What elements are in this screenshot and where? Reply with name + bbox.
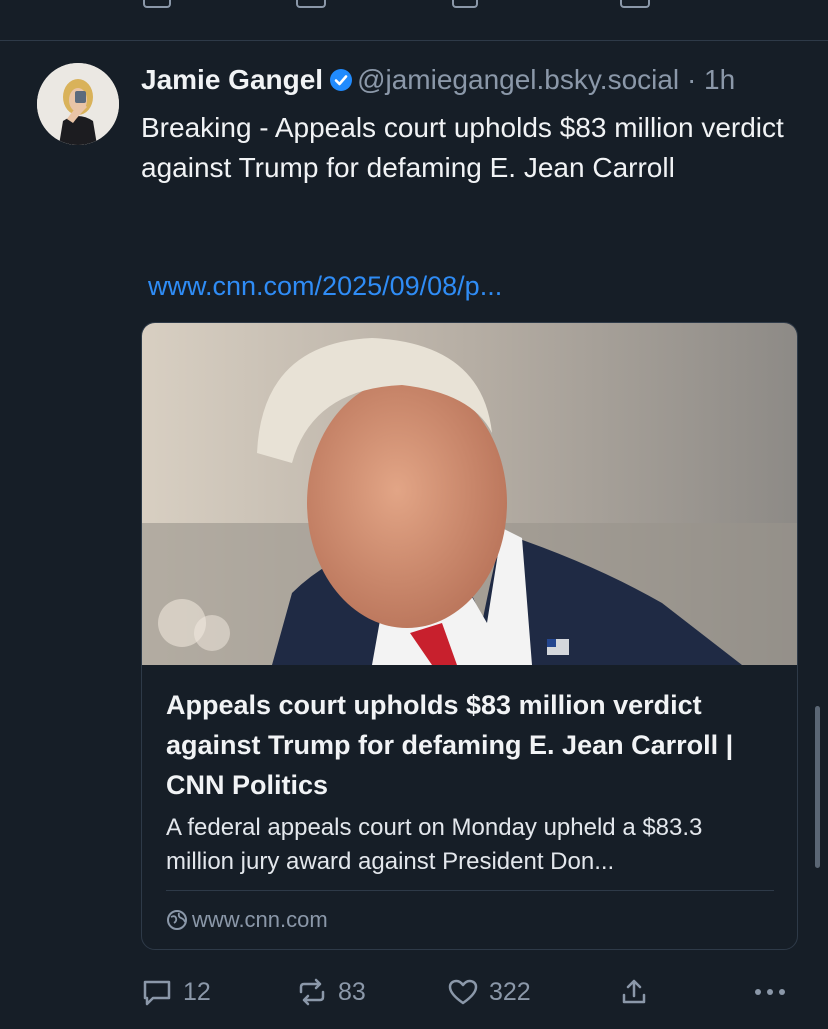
link-preview-card[interactable]: Appeals court upholds $83 million verdic… xyxy=(141,322,798,950)
share-icon xyxy=(622,979,646,1004)
post-text: Breaking - Appeals court upholds $83 mil… xyxy=(141,112,784,183)
share-button[interactable] xyxy=(618,970,660,1014)
card-title: Appeals court upholds $83 million verdic… xyxy=(166,690,734,800)
post-time[interactable]: 1h xyxy=(704,64,735,95)
post-link[interactable]: www.cnn.com/2025/09/08/p... xyxy=(148,268,502,304)
repost-button[interactable]: 83 xyxy=(296,970,366,1014)
author-handle[interactable]: @jamiegangel.bsky.social xyxy=(357,64,679,95)
reply-button[interactable]: 12 xyxy=(141,970,211,1014)
like-button[interactable]: 322 xyxy=(447,970,531,1014)
reply-count: 12 xyxy=(183,977,211,1006)
repost-icon xyxy=(299,978,325,1006)
reply-icon xyxy=(143,980,171,1006)
like-count: 322 xyxy=(489,977,531,1006)
card-description: A federal appeals court on Monday upheld… xyxy=(166,814,703,875)
post-header: Jamie Gangel @jamiegangel.bsky.social · 1… xyxy=(141,62,811,98)
previous-reply-icon[interactable] xyxy=(143,0,171,8)
previous-post-actions xyxy=(0,0,828,41)
more-icon xyxy=(755,989,785,995)
card-domain: www.cnn.com xyxy=(166,905,328,935)
verified-badge-icon xyxy=(329,65,353,101)
card-divider xyxy=(166,890,774,891)
card-thumbnail xyxy=(142,323,797,665)
previous-repost-icon[interactable] xyxy=(296,0,326,8)
previous-share-icon[interactable] xyxy=(620,0,650,8)
more-button[interactable] xyxy=(752,970,798,1014)
post-actions: 12 83 322 xyxy=(0,970,828,1014)
scrollbar[interactable] xyxy=(815,706,820,868)
repost-count: 83 xyxy=(338,977,366,1006)
card-domain-text: www.cnn.com xyxy=(192,907,328,932)
author-name[interactable]: Jamie Gangel xyxy=(141,64,323,95)
globe-icon xyxy=(167,910,187,930)
separator-dot: · xyxy=(686,64,697,95)
avatar[interactable] xyxy=(37,63,119,145)
heart-icon xyxy=(448,979,478,1005)
previous-like-icon[interactable] xyxy=(452,0,478,8)
